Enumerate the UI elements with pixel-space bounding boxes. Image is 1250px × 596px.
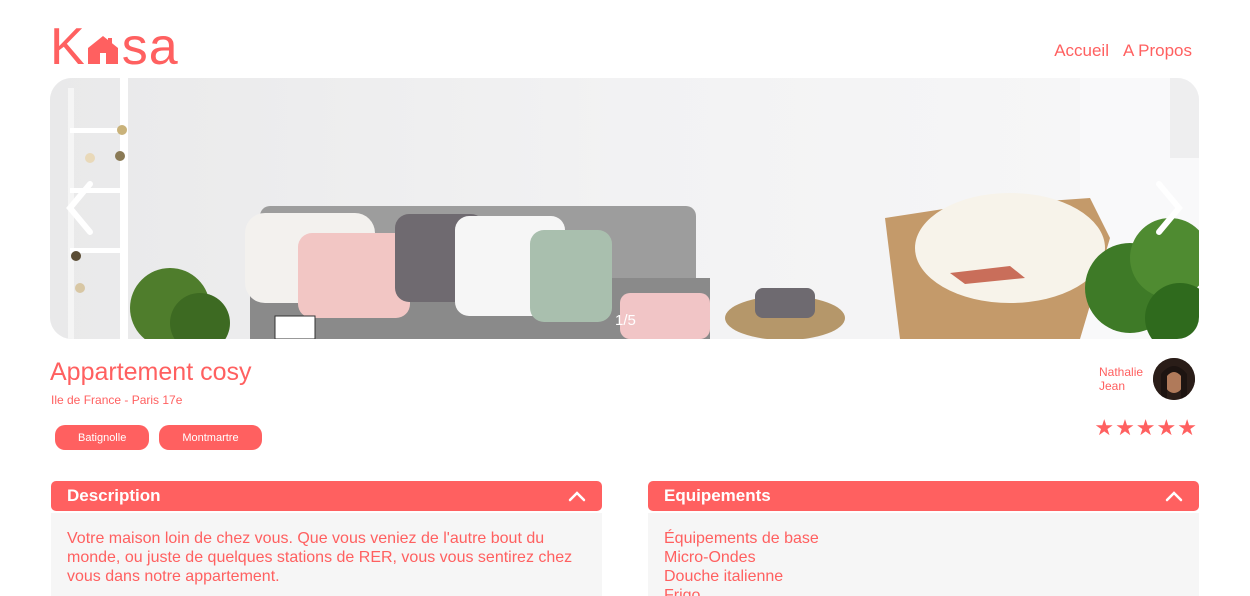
listing-title: Appartement cosy [50, 358, 252, 386]
photo-carousel: 1/5 [50, 78, 1199, 339]
chevron-up-icon[interactable] [1165, 490, 1183, 502]
host-last-name: Jean [1099, 379, 1126, 393]
description-text: Votre maison loin de chez vous. Que vous… [67, 530, 573, 585]
nav-link-a-propos[interactable]: A Propos [1123, 41, 1192, 61]
host-name: Nathalie Jean [1099, 365, 1149, 393]
description-title: Description [67, 486, 161, 505]
star-icon: ★ [1156, 415, 1177, 440]
tag-list: Batignolle Montmartre [55, 425, 262, 450]
avatar-portrait [1153, 358, 1195, 400]
kasa-logo[interactable]: K sa [50, 18, 179, 76]
chevron-left-icon[interactable] [58, 178, 102, 238]
description-toggle[interactable]: Description [51, 481, 602, 511]
host-avatar [1153, 358, 1195, 400]
tag-batignolle: Batignolle [55, 425, 150, 450]
description-body: Votre maison loin de chez vous. Que vous… [51, 513, 602, 596]
chevron-up-icon[interactable] [568, 490, 586, 502]
star-icon: ★ [1177, 415, 1197, 440]
star-icon: ★ [1135, 415, 1156, 440]
equipment-item: Micro-Ondes [664, 549, 756, 566]
rating-stars: ★ ★ ★ ★ ★ [1094, 416, 1197, 440]
logo-letters-sa: sa [121, 18, 179, 76]
star-icon: ★ [1115, 415, 1135, 440]
listing-location: Ile de France - Paris 17e [51, 393, 183, 407]
star-icon: ★ [1094, 415, 1115, 440]
tag-montmartre: Montmartre [159, 425, 262, 450]
equipment-item: Équipements de base [664, 530, 819, 547]
host-info: Nathalie Jean [1099, 358, 1195, 400]
apartment-photo [50, 78, 1199, 339]
slide-counter: 1/5 [615, 312, 636, 329]
equipments-toggle[interactable]: Equipements [648, 481, 1199, 511]
chevron-right-icon[interactable] [1147, 178, 1191, 238]
host-first-name: Nathalie [1099, 365, 1144, 379]
equipments-body: Équipements de base Micro-Ondes Douche i… [648, 513, 1199, 596]
main-nav: Accueil A Propos [1054, 41, 1192, 61]
equipments-collapse: Equipements Équipements de base Micro-On… [648, 481, 1199, 596]
nav-link-accueil[interactable]: Accueil [1054, 41, 1109, 61]
equipments-title: Equipements [664, 486, 771, 505]
description-collapse: Description Votre maison loin de chez vo… [51, 481, 602, 596]
logo-letter-k: K [50, 18, 86, 76]
equipments-list: Équipements de base Micro-Ondes Douche i… [664, 529, 1183, 596]
house-icon [87, 36, 118, 64]
equipment-item: Frigo [664, 587, 701, 596]
equipment-item: Douche italienne [664, 568, 784, 585]
